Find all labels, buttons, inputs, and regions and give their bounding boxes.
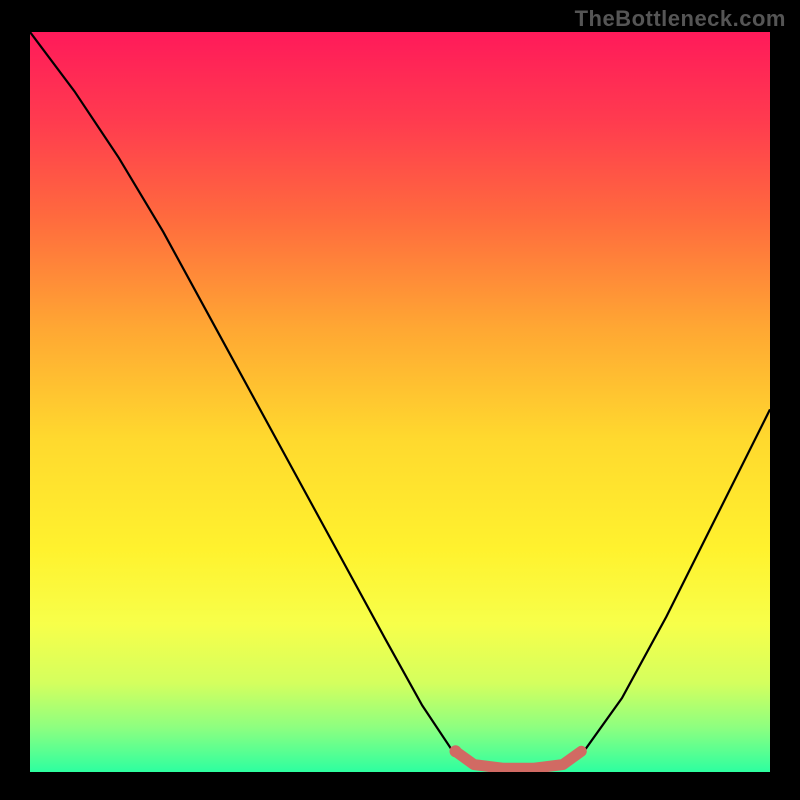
highlight-start-dot — [450, 745, 462, 757]
bottleneck-chart — [0, 0, 800, 800]
chart-background — [30, 32, 770, 772]
